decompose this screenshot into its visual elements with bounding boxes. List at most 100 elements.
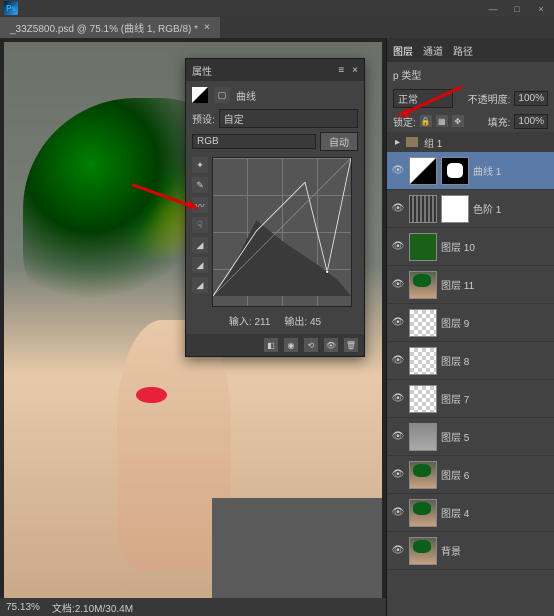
layer-row[interactable]: 👁 图层 5 bbox=[387, 418, 554, 456]
tab-paths[interactable]: 路径 bbox=[453, 43, 473, 58]
clip-icon[interactable]: ◧ bbox=[264, 338, 278, 352]
curves-graph[interactable] bbox=[212, 157, 352, 307]
layer-thumbnail[interactable] bbox=[409, 385, 437, 413]
opacity-value[interactable]: 100% bbox=[514, 91, 548, 106]
layer-name[interactable]: 背景 bbox=[441, 543, 550, 558]
properties-panel[interactable]: 属性 ≡ × ▢ 曲线 预设: 自定 RGB 自动 ✦ ✎ 〰 ☟ ◢ ◢ ◢ bbox=[185, 58, 365, 357]
window-maximize[interactable]: □ bbox=[506, 2, 528, 16]
lock-pixels-icon[interactable]: ▦ bbox=[436, 115, 448, 127]
visibility-icon[interactable]: 👁 bbox=[391, 431, 405, 442]
layer-row[interactable]: 👁 色阶 1 bbox=[387, 190, 554, 228]
visibility-icon[interactable]: 👁 bbox=[391, 279, 405, 290]
trash-icon[interactable]: 🗑 bbox=[344, 338, 358, 352]
panel-tabs: 图层 通道 路径 bbox=[387, 38, 554, 62]
layer-name[interactable]: 图层 4 bbox=[441, 505, 550, 520]
panel-close-icon[interactable]: × bbox=[352, 65, 358, 76]
channel-select[interactable]: RGB bbox=[192, 134, 316, 149]
visibility-icon[interactable]: 👁 bbox=[324, 338, 338, 352]
input-value[interactable]: 211 bbox=[254, 317, 270, 328]
layer-thumbnail[interactable] bbox=[409, 271, 437, 299]
point-tool-icon[interactable]: ✦ bbox=[192, 157, 208, 173]
layer-name[interactable]: 图层 9 bbox=[441, 315, 550, 330]
layer-thumbnail[interactable] bbox=[441, 157, 469, 185]
window-close[interactable]: × bbox=[530, 2, 552, 16]
chevron-right-icon: ▸ bbox=[395, 137, 400, 148]
layer-row[interactable]: 👁 图层 10 bbox=[387, 228, 554, 266]
reset-icon[interactable]: ⟲ bbox=[304, 338, 318, 352]
properties-tab[interactable]: 属性 bbox=[192, 63, 212, 78]
layer-row[interactable]: 👁 图层 4 bbox=[387, 494, 554, 532]
layer-thumbnail[interactable] bbox=[409, 499, 437, 527]
lock-label: 锁定: bbox=[393, 114, 416, 129]
layer-thumbnail[interactable] bbox=[441, 195, 469, 223]
visibility-icon[interactable]: 👁 bbox=[391, 355, 405, 366]
layer-group[interactable]: ▸ 组 1 bbox=[387, 132, 554, 152]
visibility-icon[interactable]: 👁 bbox=[391, 317, 405, 328]
visibility-icon[interactable]: 👁 bbox=[391, 469, 405, 480]
window-minimize[interactable]: — bbox=[482, 2, 504, 16]
layer-thumbnail[interactable] bbox=[409, 233, 437, 261]
group-name: 组 1 bbox=[424, 135, 442, 150]
layer-thumbnail[interactable] bbox=[409, 461, 437, 489]
blend-mode-select[interactable]: 正常 bbox=[393, 89, 453, 108]
layer-row[interactable]: 👁 图层 7 bbox=[387, 380, 554, 418]
prev-state-icon[interactable]: ◉ bbox=[284, 338, 298, 352]
output-value[interactable]: 45 bbox=[310, 317, 321, 328]
layer-thumbnail[interactable] bbox=[409, 423, 437, 451]
zoom-level[interactable]: 75.13% bbox=[6, 602, 40, 613]
layer-name[interactable]: 图层 10 bbox=[441, 239, 550, 254]
layer-row[interactable]: 👁 图层 11 bbox=[387, 266, 554, 304]
layer-row[interactable]: 👁 图层 8 bbox=[387, 342, 554, 380]
visibility-icon[interactable]: 👁 bbox=[391, 241, 405, 252]
eyedropper-white-icon[interactable]: ◢ bbox=[192, 277, 208, 293]
panel-menu-icon[interactable]: ≡ bbox=[338, 65, 344, 76]
tab-channels[interactable]: 通道 bbox=[423, 43, 443, 58]
layer-name[interactable]: 图层 6 bbox=[441, 467, 550, 482]
document-tab[interactable]: _33Z5800.psd @ 75.1% (曲线 1, RGB/8) * × bbox=[0, 17, 220, 38]
layer-row[interactable]: 👁 图层 9 bbox=[387, 304, 554, 342]
layer-row[interactable]: 👁 背景 bbox=[387, 532, 554, 570]
layer-thumbnail[interactable] bbox=[409, 195, 437, 223]
pencil-tool-icon[interactable]: ✎ bbox=[192, 177, 208, 193]
smooth-tool-icon[interactable]: 〰 bbox=[192, 197, 208, 213]
output-label: 输出: bbox=[284, 317, 307, 328]
visibility-icon[interactable]: 👁 bbox=[391, 545, 405, 556]
document-tabbar: _33Z5800.psd @ 75.1% (曲线 1, RGB/8) * × bbox=[0, 16, 554, 38]
layer-name[interactable]: 图层 7 bbox=[441, 391, 550, 406]
lock-all-icon[interactable]: 🔒 bbox=[420, 115, 432, 127]
visibility-icon[interactable]: 👁 bbox=[391, 507, 405, 518]
folder-icon bbox=[406, 137, 418, 147]
close-icon[interactable]: × bbox=[204, 22, 210, 33]
preset-select[interactable]: 自定 bbox=[219, 109, 358, 128]
mask-icon[interactable]: ▢ bbox=[214, 87, 230, 103]
layer-row[interactable]: 👁 曲线 1 bbox=[387, 152, 554, 190]
document-tab-title: _33Z5800.psd @ 75.1% (曲线 1, RGB/8) * bbox=[10, 20, 198, 35]
eyedropper-gray-icon[interactable]: ◢ bbox=[192, 257, 208, 273]
hand-tool-icon[interactable]: ☟ bbox=[192, 217, 208, 233]
layer-thumbnail[interactable] bbox=[409, 157, 437, 185]
layer-thumbnail[interactable] bbox=[409, 309, 437, 337]
layer-name[interactable]: 曲线 1 bbox=[473, 163, 550, 178]
photo-detail bbox=[136, 387, 166, 404]
lock-position-icon[interactable]: ✥ bbox=[452, 115, 464, 127]
layer-thumbnail[interactable] bbox=[409, 537, 437, 565]
auto-button[interactable]: 自动 bbox=[320, 132, 358, 151]
layer-thumbnail[interactable] bbox=[409, 347, 437, 375]
visibility-icon[interactable]: 👁 bbox=[391, 165, 405, 176]
layer-name[interactable]: 图层 11 bbox=[441, 277, 550, 292]
layer-row[interactable]: 👁 图层 6 bbox=[387, 456, 554, 494]
visibility-icon[interactable]: 👁 bbox=[391, 393, 405, 404]
type-label: p 类型 bbox=[393, 67, 421, 82]
gray-overlay bbox=[212, 498, 382, 598]
properties-title: 曲线 bbox=[236, 88, 256, 103]
tab-layers[interactable]: 图层 bbox=[393, 43, 413, 58]
fill-value[interactable]: 100% bbox=[514, 114, 548, 129]
preset-label: 预设: bbox=[192, 111, 215, 126]
visibility-icon[interactable]: 👁 bbox=[391, 203, 405, 214]
fill-label: 填充: bbox=[488, 114, 511, 129]
layer-name[interactable]: 图层 5 bbox=[441, 429, 550, 444]
status-bar: 75.13% 文档:2.10M/30.4M bbox=[0, 598, 386, 616]
layer-name[interactable]: 图层 8 bbox=[441, 353, 550, 368]
layer-name[interactable]: 色阶 1 bbox=[473, 201, 550, 216]
eyedropper-black-icon[interactable]: ◢ bbox=[192, 237, 208, 253]
